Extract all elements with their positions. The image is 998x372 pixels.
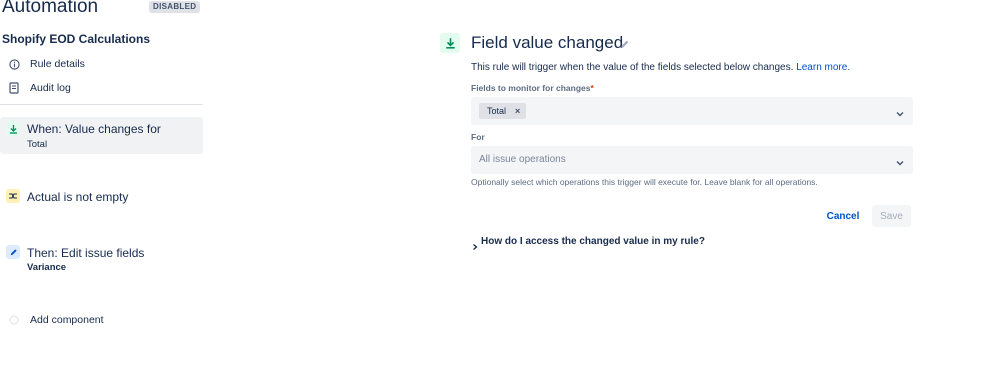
description-text: This rule will trigger when the value of… (471, 62, 794, 73)
component-subtitle: Total (27, 139, 48, 150)
component-trigger[interactable]: When: Value changes for Total (0, 117, 203, 154)
required-mark: * (590, 83, 594, 93)
nav-audit-log[interactable]: Audit log (8, 79, 71, 97)
trigger-icon (6, 122, 20, 136)
chevron-right-icon (471, 238, 479, 250)
document-icon (8, 82, 20, 94)
pencil-icon (6, 245, 20, 259)
condition-icon (6, 189, 20, 203)
component-title: Then: Edit issue fields (27, 246, 145, 260)
fields-label: Fields to monitor for changes* (471, 83, 594, 93)
component-title: Actual is not empty (27, 190, 129, 204)
add-component-button[interactable]: Add component (8, 311, 104, 329)
chevron-down-icon[interactable] (895, 106, 905, 117)
add-circle-icon (8, 314, 20, 326)
learn-more-link[interactable]: Learn more. (796, 62, 850, 73)
status-badge: DISABLED (149, 1, 201, 13)
for-label: For (471, 132, 485, 142)
operations-help-text: Optionally select which operations this … (471, 177, 818, 187)
faq-question: How do I access the changed value in my … (481, 236, 705, 247)
cancel-button[interactable]: Cancel (820, 205, 866, 227)
fields-label-text: Fields to monitor for changes (471, 83, 591, 93)
sidebar-divider (0, 104, 203, 105)
chip-remove-icon[interactable]: × (515, 106, 520, 116)
save-button[interactable]: Save (872, 205, 911, 227)
panel-description: This rule will trigger when the value of… (471, 62, 850, 73)
panel-title: Field value changed (471, 33, 624, 52)
add-component-label: Add component (30, 314, 104, 326)
pencil-edit-icon[interactable] (619, 37, 631, 49)
component-subtitle: Variance (27, 262, 67, 273)
selected-field-chip: Total × (479, 103, 527, 119)
chevron-down-icon[interactable] (895, 155, 905, 166)
page-title: Automation (2, 0, 99, 17)
component-condition[interactable]: Actual is not empty (0, 186, 203, 208)
nav-label: Rule details (30, 58, 85, 70)
nav-label: Audit log (30, 82, 71, 94)
chip-label: Total (487, 106, 507, 116)
component-action[interactable]: Then: Edit issue fields Variance (0, 242, 203, 276)
operations-select[interactable]: All issue operations (471, 146, 913, 174)
operations-placeholder: All issue operations (479, 154, 566, 165)
fields-select[interactable]: Total × (471, 97, 913, 125)
info-icon (8, 58, 20, 70)
nav-rule-details[interactable]: Rule details (8, 55, 85, 73)
rule-name: Shopify EOD Calculations (2, 32, 151, 46)
trigger-icon (440, 33, 460, 53)
component-title: When: Value changes for (27, 122, 161, 136)
faq-toggle[interactable]: How do I access the changed value in my … (471, 236, 705, 250)
